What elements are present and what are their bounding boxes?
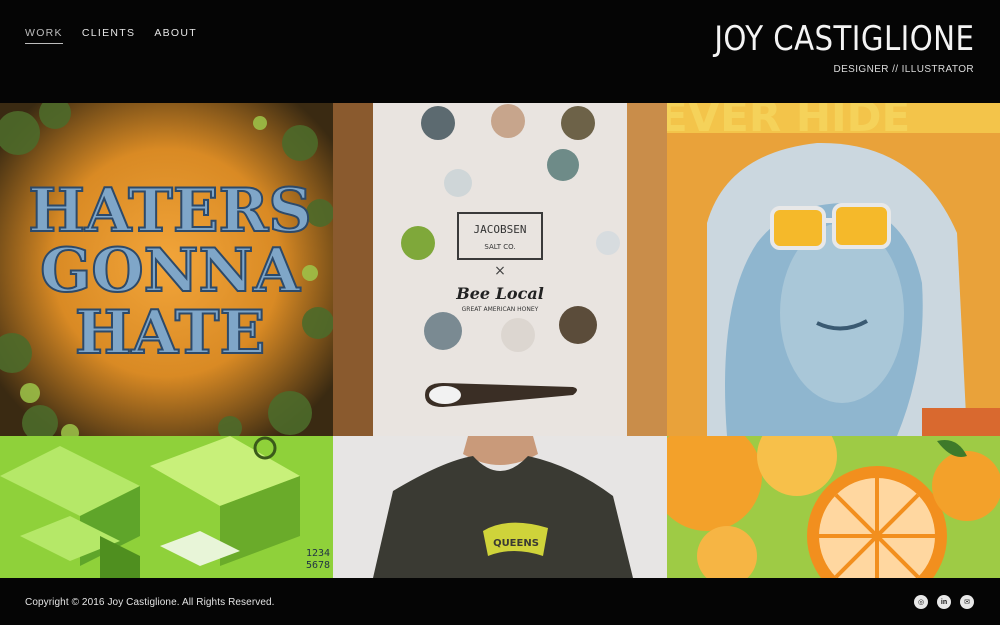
linkedin-icon[interactable]: in xyxy=(937,595,951,609)
tshirt-print-text: QUEENS xyxy=(493,538,539,549)
nav-work-link[interactable]: WORK xyxy=(25,27,63,44)
haters-line-3: HATE xyxy=(75,298,265,368)
copyright-text: Copyright © 2016 Joy Castiglione. All Ri… xyxy=(25,597,275,608)
site-header: WORK CLIENTS ABOUT JOY CASTIGLIONE DESIG… xyxy=(0,0,1000,103)
isometric-city-artwork: 1234 5678 xyxy=(0,436,333,578)
jacobsen-sublabel: SALT CO. xyxy=(484,243,515,251)
social-links: ◎ in ✉ xyxy=(914,595,974,609)
never-hide-headline: NEVER HIDE xyxy=(667,103,910,141)
bee-local-label: Bee Local xyxy=(455,284,544,303)
bee-local-sublabel: GREAT AMERICAN HONEY xyxy=(462,306,539,313)
jacobsen-label: JACOBSEN xyxy=(474,223,527,236)
portfolio-tile-never-hide[interactable]: NEVER HIDE xyxy=(667,103,1000,436)
portfolio-tile-jacobsen-salt[interactable]: JACOBSEN SALT CO. × Bee Local GREAT AMER… xyxy=(333,103,667,436)
site-footer: Copyright © 2016 Joy Castiglione. All Ri… xyxy=(0,578,1000,625)
site-title[interactable]: JOY CASTIGLIONE xyxy=(714,22,974,56)
tshirt-artwork: QUEENS xyxy=(333,436,667,578)
oranges-artwork xyxy=(667,436,1000,578)
nav-clients-link[interactable]: CLIENTS xyxy=(82,27,135,44)
nav-about-link[interactable]: ABOUT xyxy=(154,27,197,44)
never-hide-artwork: NEVER HIDE xyxy=(667,103,1000,436)
brand-block[interactable]: JOY CASTIGLIONE DESIGNER // ILLUSTRATOR xyxy=(672,22,974,75)
portfolio-tile-oranges[interactable] xyxy=(667,436,1000,578)
site-subtitle: DESIGNER // ILLUSTRATOR xyxy=(833,64,974,75)
portfolio-tile-tshirt[interactable]: QUEENS xyxy=(333,436,667,578)
email-icon[interactable]: ✉ xyxy=(960,595,974,609)
instagram-icon[interactable]: ◎ xyxy=(914,595,928,609)
haters-gonna-hate-artwork: HATERS GONNA HATE xyxy=(0,103,333,436)
iso-numbers: 1234 5678 xyxy=(306,548,330,571)
portfolio-tile-haters-gonna-hate[interactable]: HATERS GONNA HATE xyxy=(0,103,333,436)
main-nav: WORK CLIENTS ABOUT xyxy=(25,27,197,44)
collab-cross: × xyxy=(494,263,506,279)
portfolio-tile-isometric-city[interactable]: 1234 5678 xyxy=(0,436,333,578)
salt-packaging-artwork: JACOBSEN SALT CO. × Bee Local GREAT AMER… xyxy=(333,103,667,436)
portfolio-grid: HATERS GONNA HATE JACOBSEN SALT CO. × Be… xyxy=(0,103,1000,578)
haters-line-2: GONNA xyxy=(40,236,301,306)
